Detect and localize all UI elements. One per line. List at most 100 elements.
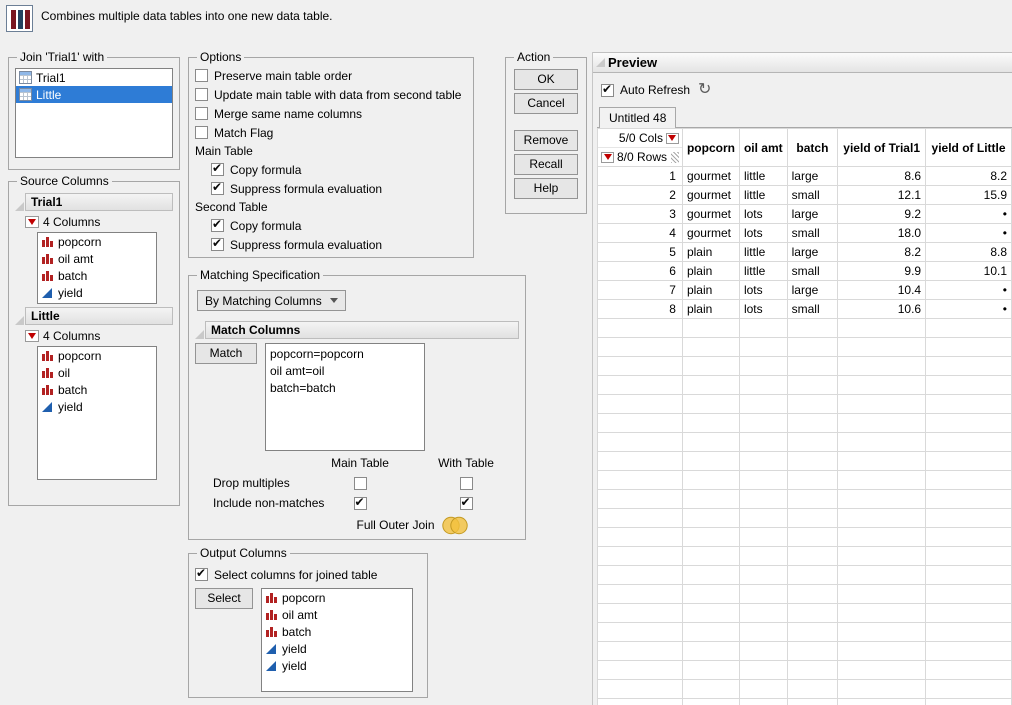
cell[interactable]: 10.4 [838,281,926,300]
column-header[interactable]: yield of Trial1 [838,129,926,167]
cell[interactable]: small [787,186,838,205]
column-item[interactable]: oil amt [38,250,156,267]
cell[interactable]: 12.1 [838,186,926,205]
source-group-header[interactable]: Little [25,307,173,325]
checkbox[interactable] [211,163,224,176]
join-table-item[interactable]: Trial1 [16,69,172,86]
match-pair[interactable]: popcorn=popcorn [270,346,420,363]
cell[interactable]: little [739,186,787,205]
cell[interactable]: plain [682,243,739,262]
cell[interactable]: 15.9 [926,186,1012,205]
cell[interactable]: 8.2 [838,243,926,262]
output-columns-list[interactable]: popcornoil amtbatchyieldyield [261,588,413,692]
rows-red-triangle-icon[interactable] [601,152,614,163]
cell[interactable]: 8.6 [838,167,926,186]
cell[interactable]: 9.9 [838,262,926,281]
column-item[interactable]: popcorn [38,347,156,364]
column-header[interactable]: batch [787,129,838,167]
cell[interactable]: large [787,281,838,300]
column-item[interactable]: yield [38,284,156,301]
join-with-list[interactable]: Trial1Little [15,68,173,158]
disclosure-triangle-icon[interactable] [596,58,605,67]
join-table-item[interactable]: Little [16,86,172,103]
checkbox[interactable] [354,497,367,510]
cell[interactable]: 8.2 [926,167,1012,186]
cell[interactable]: gourmet [682,205,739,224]
row-number[interactable]: 3 [598,205,683,224]
match-method-dropdown[interactable]: By Matching Columns [197,290,346,311]
checkbox[interactable] [211,219,224,232]
cell[interactable]: • [926,300,1012,319]
match-columns-header[interactable]: Match Columns [205,321,519,339]
checkbox[interactable] [195,107,208,120]
column-item[interactable]: yield [262,657,412,674]
column-item[interactable]: oil amt [262,606,412,623]
cell[interactable]: large [787,205,838,224]
cell[interactable]: 8.8 [926,243,1012,262]
row-number[interactable]: 6 [598,262,683,281]
cell[interactable]: little [739,262,787,281]
ok-button[interactable]: OK [514,69,578,90]
preview-table[interactable]: 5/0 Cols8/0 Rowspopcornoil amtbatchyield… [597,128,1012,705]
auto-refresh-checkbox[interactable] [601,84,614,97]
cell[interactable]: 18.0 [838,224,926,243]
cell[interactable]: lots [739,205,787,224]
row-number[interactable]: 2 [598,186,683,205]
row-number[interactable]: 7 [598,281,683,300]
checkbox[interactable] [195,126,208,139]
cell[interactable]: gourmet [682,167,739,186]
column-item[interactable]: batch [38,381,156,398]
disclosure-triangle-icon[interactable] [195,330,204,339]
cell[interactable]: plain [682,281,739,300]
cell[interactable]: gourmet [682,224,739,243]
cell[interactable]: 10.1 [926,262,1012,281]
cell[interactable]: small [787,300,838,319]
cell[interactable]: • [926,281,1012,300]
column-item[interactable]: popcorn [262,589,412,606]
tab-untitled-48[interactable]: Untitled 48 [599,107,676,128]
column-item[interactable]: yield [262,640,412,657]
match-button[interactable]: Match [195,343,257,364]
column-item[interactable]: batch [262,623,412,640]
cell[interactable]: plain [682,262,739,281]
refresh-icon[interactable]: ↻ [698,83,711,97]
column-header[interactable]: yield of Little [926,129,1012,167]
disclosure-triangle-icon[interactable] [15,202,24,211]
cell[interactable]: 10.6 [838,300,926,319]
cell[interactable]: lots [739,224,787,243]
checkbox[interactable] [195,88,208,101]
source-group-header[interactable]: Trial1 [25,193,173,211]
column-item[interactable]: batch [38,267,156,284]
cell[interactable]: large [787,243,838,262]
column-item[interactable]: yield [38,398,156,415]
checkbox[interactable] [195,69,208,82]
match-pair[interactable]: oil amt=oil [270,363,420,380]
column-item[interactable]: popcorn [38,233,156,250]
cell[interactable]: gourmet [682,186,739,205]
source-column-list[interactable]: popcornoilbatchyield [37,346,157,480]
row-number[interactable]: 4 [598,224,683,243]
cell[interactable]: little [739,243,787,262]
cell[interactable]: lots [739,281,787,300]
cell[interactable]: plain [682,300,739,319]
remove-button[interactable]: Remove [514,130,578,151]
row-number[interactable]: 8 [598,300,683,319]
checkbox[interactable] [354,477,367,490]
recall-button[interactable]: Recall [514,154,578,175]
column-item[interactable]: oil [38,364,156,381]
select-columns-checkbox[interactable] [195,568,208,581]
cancel-button[interactable]: Cancel [514,93,578,114]
match-pairs-list[interactable]: popcorn=popcornoil amt=oilbatch=batch [265,343,425,451]
row-number[interactable]: 5 [598,243,683,262]
select-button[interactable]: Select [195,588,253,609]
cell[interactable]: small [787,262,838,281]
source-column-list[interactable]: popcornoil amtbatchyield [37,232,157,304]
red-triangle-menu-icon[interactable] [25,330,39,342]
column-header[interactable]: popcorn [682,129,739,167]
cell[interactable]: • [926,205,1012,224]
cell[interactable]: lots [739,300,787,319]
match-pair[interactable]: batch=batch [270,380,420,397]
disclosure-triangle-icon[interactable] [15,316,24,325]
checkbox[interactable] [460,477,473,490]
cell[interactable]: large [787,167,838,186]
